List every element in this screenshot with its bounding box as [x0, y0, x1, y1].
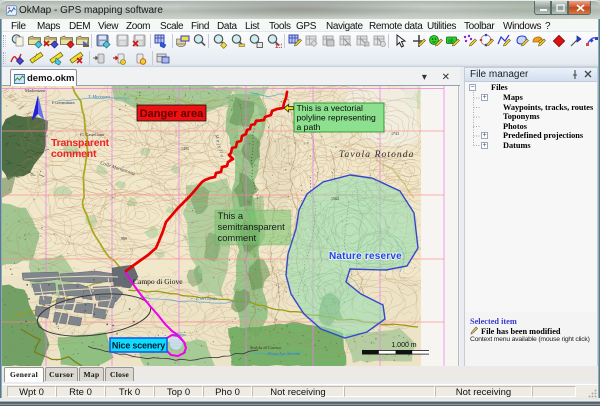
svg-text:F. di Guado: F. di Guado: [195, 296, 218, 301]
svg-text:a path: a path: [297, 122, 321, 132]
svg-text:.1743: .1743: [390, 131, 399, 136]
svg-text:comment: comment: [218, 232, 257, 243]
svg-text:Prena Apr. Serrone: Prena Apr. Serrone: [267, 351, 300, 356]
svg-text:.1562: .1562: [330, 196, 339, 201]
svg-text:.1405: .1405: [180, 146, 189, 151]
svg-text:polyline representing: polyline representing: [297, 113, 377, 123]
svg-text:Nice scenery: Nice scenery: [112, 341, 165, 351]
svg-text:semitransparent: semitransparent: [218, 221, 286, 232]
svg-text:Danger area: Danger area: [140, 108, 204, 120]
svg-text:Nature reserve: Nature reserve: [329, 251, 402, 262]
svg-text:Madonizza: Madonizza: [25, 88, 45, 93]
svg-text:This a: This a: [218, 210, 244, 221]
svg-text:Sedola di Cotrua: Sedola di Cotrua: [250, 345, 282, 350]
svg-text:il Lago: il Lago: [173, 332, 187, 337]
svg-text:1.000 m: 1.000 m: [391, 342, 416, 349]
svg-text:.980: .980: [120, 236, 127, 241]
svg-text:This is a vectorial: This is a vectorial: [297, 103, 363, 113]
svg-text:ab: ab: [448, 39, 454, 45]
svg-text:comment: comment: [51, 148, 97, 160]
svg-text:Campo di Giove: Campo di Giove: [133, 277, 183, 286]
svg-text:F.Germinara: F.Germinara: [52, 100, 75, 105]
svg-text:T. Mereuzza: T. Mereuzza: [88, 94, 110, 99]
svg-text:Tavola Rotonda: Tavola Rotonda: [339, 150, 415, 160]
svg-text:1:1: 1:1: [275, 44, 282, 49]
